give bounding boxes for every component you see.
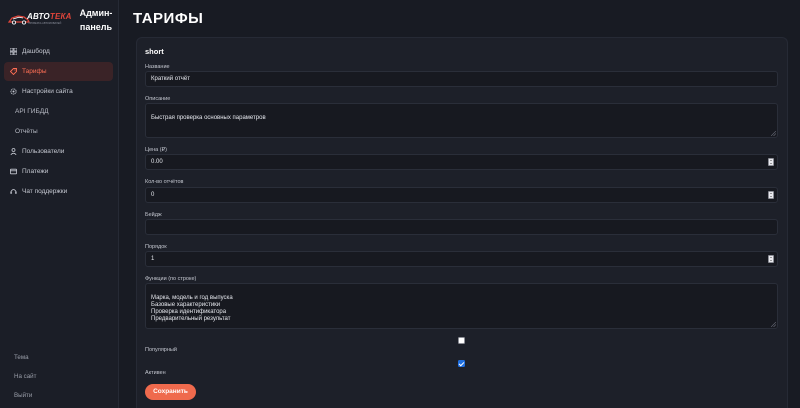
order-input[interactable]: 1 [145, 251, 778, 267]
card-icon [10, 168, 17, 175]
sidebar-item-users[interactable]: Пользователи [4, 142, 113, 161]
logo-tagline: ПРОВЕРКА АВТОМОБИЛЕЙ [28, 22, 62, 25]
sidebar-bottom-nav: Тема На сайт Выйти [14, 350, 36, 407]
sidebar-item-api-gibdd[interactable]: API ГИБДД [4, 102, 113, 121]
price-value: 0.00 [151, 159, 163, 165]
grid-icon [10, 48, 17, 55]
price-stepper[interactable] [768, 158, 774, 166]
name-label: Название [145, 64, 170, 70]
headset-icon [10, 189, 17, 194]
logout-link[interactable]: Выйти [14, 388, 36, 407]
description-text: Быстрая проверка основных параметров [151, 115, 266, 121]
sidebar-item-payments[interactable]: Платежи [4, 162, 113, 181]
tariff-card: short Название Краткий отчёт Описание Бы… [136, 37, 788, 408]
price-input[interactable]: 0.00 [145, 154, 778, 170]
functions-textarea[interactable]: Марка, модель и год выпуска Базовые хара… [145, 283, 778, 329]
order-stepper[interactable] [768, 255, 774, 263]
logo[interactable]: АВТОТЕКА ПРОВЕРКА АВТОМОБИЛЕЙ [8, 11, 73, 27]
popular-checkbox[interactable] [458, 337, 465, 344]
functions-label: Функции (по строке) [145, 276, 197, 282]
reports-count-input[interactable]: 0 [145, 187, 778, 203]
description-label: Описание [145, 96, 171, 102]
brand: АВТОТЕКА ПРОВЕРКА АВТОМОБИЛЕЙ Админ-пане… [6, 6, 116, 36]
sidebar: АВТОТЕКА ПРОВЕРКА АВТОМОБИЛЕЙ Админ-пане… [0, 0, 119, 408]
functions-text: Марка, модель и год выпуска Базовые хара… [151, 295, 233, 322]
gear-icon [10, 88, 17, 95]
sidebar-item-label: Дашборд [22, 48, 50, 55]
badge-label: Бейдж [145, 212, 162, 218]
sidebar-item-label: Чат поддержки [22, 188, 68, 195]
active-checkbox[interactable] [458, 360, 465, 367]
badge-input[interactable] [145, 219, 778, 235]
sidebar-item-label: Платежи [22, 168, 49, 175]
logo-text: АВТОТЕКА [27, 12, 72, 21]
reports-count-label: Кол-во отчётов [145, 179, 184, 185]
sidebar-item-label: Пользователи [22, 148, 65, 155]
sidebar-item-dashboard[interactable]: Дашборд [4, 42, 113, 61]
sidebar-item-label: Тарифы [22, 68, 47, 75]
user-icon [10, 148, 17, 155]
sidebar-nav: Дашборд Тарифы Настройки сайта API ГИБДД… [4, 42, 113, 202]
tariff-code: short [145, 47, 164, 56]
order-label: Порядок [145, 244, 167, 250]
reports-count-stepper[interactable] [768, 191, 774, 199]
save-button[interactable]: Сохранить [145, 384, 196, 400]
resize-handle-icon[interactable] [771, 131, 776, 136]
sidebar-item-label: Отчёты [15, 128, 38, 135]
resize-handle-icon[interactable] [771, 322, 776, 327]
sidebar-item-reports[interactable]: Отчёты [4, 122, 113, 141]
page-title: ТАРИФЫ [133, 10, 204, 27]
admin-panel-title: Админ-панель [79, 8, 113, 32]
sidebar-item-support-chat[interactable]: Чат поддержки [4, 182, 113, 201]
sidebar-item-site-settings[interactable]: Настройки сайта [4, 82, 113, 101]
sidebar-item-tariffs[interactable]: Тарифы [4, 62, 113, 81]
price-label: Цена (₽) [145, 147, 167, 153]
name-input[interactable]: Краткий отчёт [145, 71, 778, 87]
popular-label: Популярный [145, 347, 177, 353]
sidebar-item-label: Настройки сайта [22, 88, 73, 95]
order-value: 1 [151, 256, 155, 262]
active-label: Активен [145, 370, 166, 376]
theme-toggle[interactable]: Тема [14, 350, 36, 369]
tag-icon [10, 68, 17, 75]
sidebar-item-label: API ГИБДД [15, 108, 49, 115]
description-textarea[interactable]: Быстрая проверка основных параметров [145, 103, 778, 138]
to-site-link[interactable]: На сайт [14, 369, 36, 388]
reports-count-value: 0 [151, 192, 155, 198]
